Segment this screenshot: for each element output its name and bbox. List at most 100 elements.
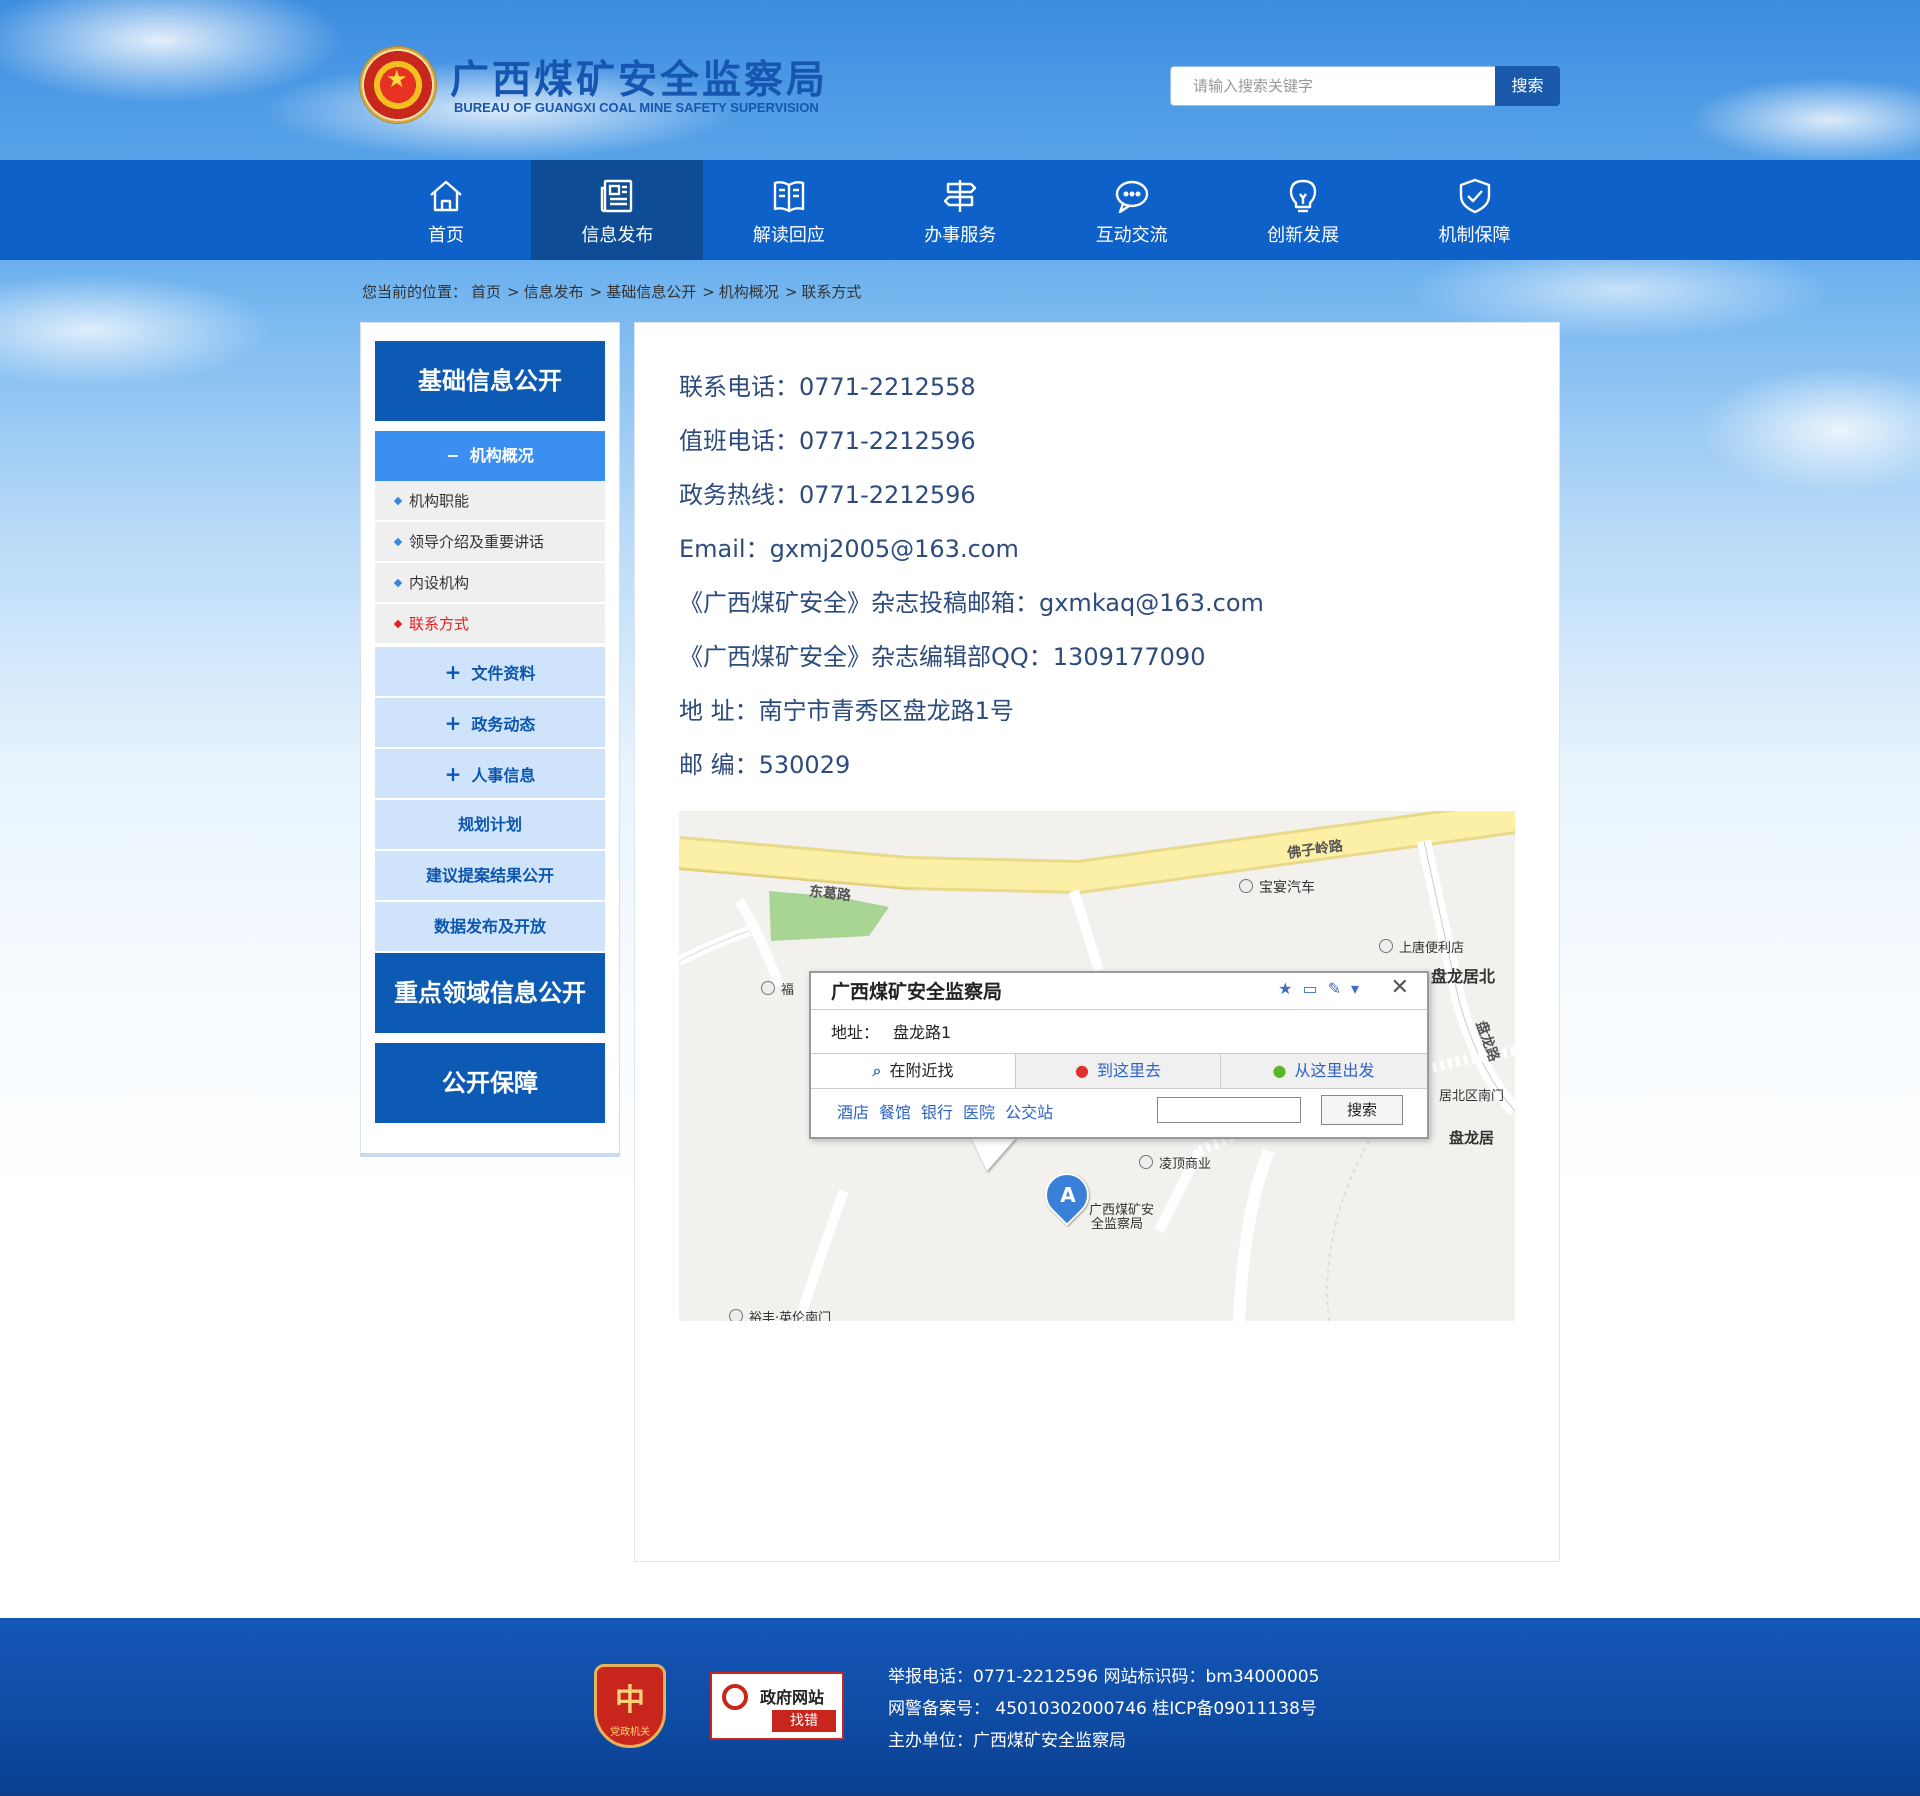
- dropdown-icon[interactable]: ▾: [1351, 979, 1369, 998]
- sidebar-item-plans[interactable]: 规划计划: [375, 800, 605, 850]
- sidebar-item-data-release[interactable]: 数据发布及开放: [375, 902, 605, 952]
- breadcrumb-item[interactable]: 首页: [471, 283, 501, 301]
- contact-hotline: 政务热线：0771-2212596: [679, 481, 976, 509]
- poi-icon: [729, 1309, 743, 1321]
- lightbulb-icon: [1289, 179, 1317, 213]
- nav-label: 互动交流: [1095, 225, 1168, 246]
- site-title-cn: 广西煤矿安全监察局: [450, 58, 829, 103]
- nav-item-news[interactable]: 信息发布: [531, 160, 703, 260]
- sidebar-leaf-leaders[interactable]: 领导介绍及重要讲话: [375, 522, 605, 562]
- gov-website-error-badge[interactable]: 政府网站 找错: [710, 1672, 844, 1740]
- breadcrumb-item[interactable]: 基础信息公开: [606, 283, 696, 301]
- breadcrumb-item[interactable]: 机构概况: [719, 283, 779, 301]
- edit-icon[interactable]: ✎: [1328, 979, 1351, 998]
- nav-label: 机制保障: [1438, 225, 1511, 246]
- search-input[interactable]: [1171, 67, 1493, 105]
- phone-icon[interactable]: ▭: [1302, 979, 1327, 998]
- link-bank[interactable]: 银行: [921, 1103, 953, 1122]
- sidebar-item-gov-news[interactable]: + 政务动态: [375, 698, 605, 748]
- link-hotel[interactable]: 酒店: [837, 1103, 869, 1122]
- badge2-title: 政府网站: [760, 1688, 825, 1707]
- sidebar: 基础信息公开 − 机构概况 机构职能 领导介绍及重要讲话 内设机构 联系方式 + 文…: [360, 322, 620, 1157]
- star-icon[interactable]: ★: [1278, 979, 1302, 998]
- link-bus-stop[interactable]: 公交站: [1005, 1103, 1053, 1122]
- sidebar-leaf-departments[interactable]: 内设机构: [375, 563, 605, 603]
- sidebar-item-personnel[interactable]: + 人事信息: [375, 749, 605, 799]
- map-poi: 福: [761, 979, 794, 998]
- map-marker-label: 全监察局: [1091, 1217, 1144, 1232]
- sidebar-item-label: 政务动态: [471, 715, 536, 734]
- map-marker-letter: A: [1060, 1183, 1076, 1207]
- footer-line-host: 主办单位：广西煤矿安全监察局: [888, 1731, 1126, 1751]
- map-info-popup: 广西煤矿安全监察局 ★▭✎▾ ✕ 地址： 盘龙路1 ⌕ 在附近找 ● 到这里去 ● 从这…: [809, 971, 1429, 1139]
- search-button[interactable]: 搜索: [1495, 66, 1560, 106]
- nav-item-services[interactable]: 办事服务: [874, 160, 1045, 260]
- nav-item-innovation[interactable]: 创新发展: [1217, 160, 1388, 260]
- sidebar-item-documents[interactable]: + 文件资料: [375, 647, 605, 697]
- badge2-subtitle: 找错: [772, 1710, 836, 1732]
- tab-label: 到这里去: [1096, 1061, 1161, 1080]
- sidebar-item-label: 人事信息: [471, 766, 536, 785]
- popup-category-links: 酒店 餐馆 银行 医院 公交站: [837, 1099, 1063, 1123]
- popup-search-button[interactable]: 搜索: [1321, 1095, 1403, 1125]
- breadcrumb-item[interactable]: 信息发布: [524, 283, 584, 301]
- sidebar-leaf-contact[interactable]: 联系方式: [375, 604, 605, 644]
- map-poi: 裕丰·英伦南门: [729, 1307, 831, 1321]
- nav-item-interpretation[interactable]: 解读回应: [703, 160, 874, 260]
- site-title-en: BUREAU OF GUANGXI COAL MINE SAFETY SUPER…: [454, 100, 819, 115]
- breadcrumb: 您当前的位置： 首页 > 信息发布 > 基础信息公开 > 机构概况 > 联系方式: [362, 283, 862, 301]
- link-restaurant[interactable]: 餐馆: [879, 1103, 911, 1122]
- popup-address: 地址： 盘龙路1: [831, 1019, 951, 1043]
- footer-line-icp: 网警备案号： 45010302000746 桂ICP备09011138号: [888, 1699, 1317, 1719]
- poi-icon: [1239, 879, 1253, 893]
- diamond-bullet-icon: [393, 496, 403, 506]
- map-poi: 凌顶商业: [1139, 1153, 1211, 1172]
- location-map[interactable]: 佛子岭路 东葛路 盘龙路 宝宴汽车 上唐便利店 盘龙居北 居北区南门 盘龙居 凌…: [679, 811, 1515, 1321]
- map-road-label: 东葛路: [808, 883, 852, 905]
- tab-nearby[interactable]: ⌕ 在附近找: [811, 1054, 1016, 1088]
- site-logo[interactable]: ★ 广西煤矿安全监察局 BUREAU OF GUANGXI COAL MINE …: [360, 45, 825, 125]
- nav-label: 办事服务: [924, 225, 997, 246]
- nav-item-home[interactable]: 首页: [360, 160, 531, 260]
- plus-icon: +: [444, 660, 462, 684]
- tab-go-here[interactable]: ● 到这里去: [1016, 1054, 1221, 1088]
- breadcrumb-item[interactable]: 联系方式: [801, 283, 861, 301]
- map-poi-label: 凌顶商业: [1159, 1157, 1212, 1172]
- sidebar-item-label: 机构概况: [469, 446, 534, 465]
- nav-item-interaction[interactable]: 互动交流: [1046, 160, 1217, 260]
- nav-label: 解读回应: [752, 225, 825, 246]
- nav-item-mechanism[interactable]: 机制保障: [1389, 160, 1560, 260]
- tab-label: 从这里出发: [1294, 1061, 1375, 1080]
- sidebar-leaf-functions[interactable]: 机构职能: [375, 481, 605, 521]
- party-gov-badge[interactable]: 中 党政机关: [594, 1664, 666, 1748]
- contact-duty-phone: 值班电话：0771-2212596: [679, 427, 976, 455]
- content-panel: 联系电话：0771-2212558 值班电话：0771-2212596 政务热线…: [634, 322, 1560, 1562]
- nav-label: 首页: [428, 225, 464, 246]
- poi-icon: [761, 981, 775, 995]
- sidebar-head-guarantee[interactable]: 公开保障: [375, 1043, 605, 1123]
- badge1-label: 党政机关: [610, 1727, 650, 1738]
- book-icon: [773, 181, 805, 213]
- sidebar-head-basic-info[interactable]: 基础信息公开: [375, 341, 605, 421]
- popup-search-input[interactable]: [1157, 1097, 1301, 1123]
- footer: 中 党政机关 政府网站 找错 举报电话：0771-2212596 网站标识码：b…: [0, 1618, 1920, 1796]
- diamond-bullet-icon: [393, 537, 403, 547]
- map-poi-label: 宝宴汽车: [1259, 880, 1315, 896]
- sidebar-item-label: 文件资料: [471, 664, 536, 683]
- link-hospital[interactable]: 医院: [963, 1103, 995, 1122]
- sidebar-head-key-areas[interactable]: 重点领域信息公开: [375, 953, 605, 1033]
- search-icon: ⌕: [872, 1061, 882, 1080]
- shield-icon: [1459, 178, 1490, 214]
- tab-from-here[interactable]: ● 从这里出发: [1221, 1054, 1426, 1088]
- map-poi-label: 福: [781, 983, 795, 998]
- sidebar-item-proposals[interactable]: 建议提案结果公开: [375, 851, 605, 901]
- main-nav: 首页 信息发布 解读回应 办事服务 互动交流 创新发展 机制保障: [0, 160, 1920, 260]
- map-poi-label: 裕丰·英伦南门: [749, 1311, 832, 1321]
- national-emblem-icon: ★: [360, 47, 436, 123]
- sidebar-item-org-overview[interactable]: − 机构概况: [375, 431, 605, 481]
- close-icon[interactable]: ✕: [1391, 975, 1409, 1000]
- contact-magazine-email: 《广西煤矿安全》杂志投稿邮箱：gxmkaq@163.com: [679, 589, 1264, 617]
- contact-address: 地 址：南宁市青秀区盘龙路1号: [679, 697, 1014, 725]
- sidebar-bottom-bar: [360, 1153, 620, 1157]
- sidebar-leaf-label: 领导介绍及重要讲话: [409, 533, 545, 551]
